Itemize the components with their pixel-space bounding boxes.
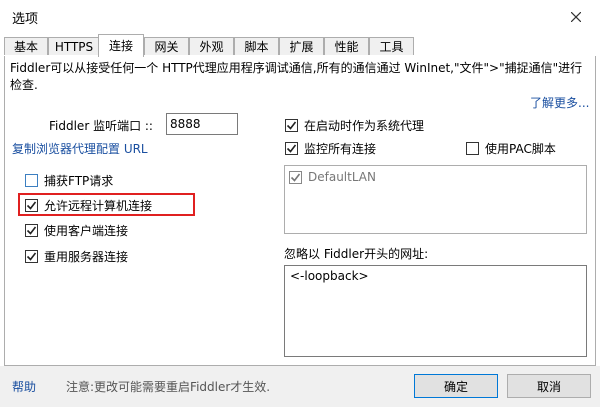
tab-connections[interactable]: 连接 <box>98 34 144 57</box>
system-proxy-option[interactable]: 在启动时作为系统代理 <box>285 116 424 134</box>
allow-remote-option[interactable]: 允许远程计算机连接 <box>25 196 152 214</box>
use-pac-checkbox[interactable] <box>466 141 479 155</box>
checkmark-icon <box>26 201 37 210</box>
tab-extensions[interactable]: 扩展 <box>279 37 324 55</box>
reuse-client-option[interactable]: 使用客户端连接 <box>25 221 128 239</box>
close-icon <box>571 12 581 22</box>
capture-ftp-option[interactable]: 捕获FTP请求 <box>25 171 113 189</box>
system-proxy-checkbox[interactable] <box>285 118 298 132</box>
learn-more-link[interactable]: 了解更多... <box>530 94 589 111</box>
reuse-client-checkbox[interactable] <box>25 223 38 237</box>
use-pac-label: 使用PAC脚本 <box>485 141 556 156</box>
ok-button[interactable]: 确定 <box>414 374 498 398</box>
description-text: Fiddler可以从接受任何一个 HTTP代理应用程序调试通信,所有的通信通过 … <box>10 61 583 92</box>
listen-port-input[interactable] <box>166 113 238 135</box>
tab-tools[interactable]: 工具 <box>369 37 414 55</box>
connection-list[interactable]: DefaultLAN <box>284 165 587 234</box>
defaultlan-checkbox[interactable] <box>289 170 302 184</box>
reuse-server-option[interactable]: 重用服务器连接 <box>25 247 128 265</box>
tab-https[interactable]: HTTPS <box>48 37 100 55</box>
allow-remote-checkbox[interactable] <box>25 198 38 212</box>
tab-strip: 基本 HTTPS 连接 网关 外观 脚本 扩展 性能 工具 <box>4 34 596 57</box>
allow-remote-label: 允许远程计算机连接 <box>44 198 153 213</box>
tab-appearance[interactable]: 外观 <box>189 37 234 55</box>
bypass-label: 忽略以 Fiddler开头的网址: <box>284 247 429 261</box>
monitor-all-label: 监控所有连接 <box>304 141 377 156</box>
capture-ftp-checkbox[interactable] <box>25 173 38 187</box>
reuse-server-checkbox[interactable] <box>25 249 38 263</box>
monitor-all-option[interactable]: 监控所有连接 <box>285 139 376 157</box>
system-proxy-label: 在启动时作为系统代理 <box>304 118 425 133</box>
defaultlan-label: DefaultLAN <box>308 170 376 184</box>
reuse-server-label: 重用服务器连接 <box>44 249 129 264</box>
bypass-list-textarea[interactable]: <-loopback> <box>284 265 587 357</box>
tab-scripting[interactable]: 脚本 <box>234 37 279 55</box>
title-bar: 选项 <box>0 0 600 34</box>
checkmark-icon <box>26 252 37 261</box>
checkmark-icon <box>286 121 297 130</box>
checkmark-icon <box>290 173 301 182</box>
monitor-all-checkbox[interactable] <box>285 141 298 155</box>
close-button[interactable] <box>567 8 585 26</box>
copy-proxy-config-link[interactable]: 复制浏览器代理配置 URL <box>12 140 148 157</box>
tab-performance[interactable]: 性能 <box>324 37 369 55</box>
use-pac-option[interactable]: 使用PAC脚本 <box>466 139 556 157</box>
checkmark-icon <box>286 144 297 153</box>
checkmark-icon <box>26 226 37 235</box>
listen-port-label: Fiddler 监听端口 :: <box>49 119 153 133</box>
window-title: 选项 <box>12 12 39 27</box>
capture-ftp-label: 捕获FTP请求 <box>44 173 114 188</box>
tab-basic[interactable]: 基本 <box>4 37 48 55</box>
connection-list-item[interactable]: DefaultLAN <box>289 170 376 184</box>
restart-note: 注意:更改可能需要重启Fiddler才生效. <box>66 380 271 394</box>
reuse-client-label: 使用客户端连接 <box>44 223 129 238</box>
cancel-button[interactable]: 取消 <box>507 374 591 398</box>
tab-gateway[interactable]: 网关 <box>144 37 189 55</box>
help-link[interactable]: 帮助 <box>12 378 36 395</box>
